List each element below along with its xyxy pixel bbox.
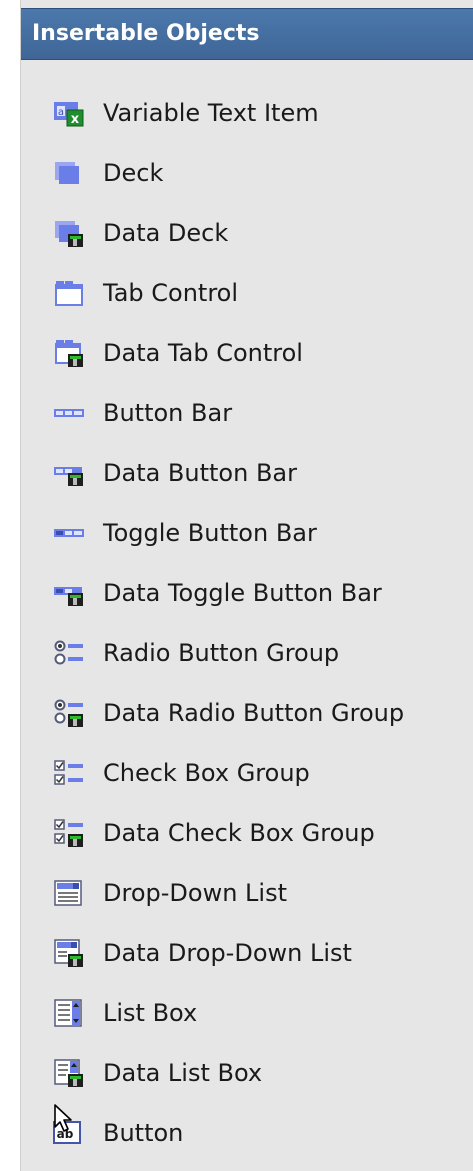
data-button-bar-icon (53, 458, 85, 488)
list-item-data-drop-down-list[interactable]: Data Drop-Down List (21, 923, 473, 983)
svg-text:a: a (58, 107, 64, 118)
item-label: Data Check Box Group (103, 819, 375, 847)
item-label: Data Tab Control (103, 339, 303, 367)
list-item-radio-button-group[interactable]: Radio Button Group (21, 623, 473, 683)
list-item-drop-down-list[interactable]: Drop-Down List (21, 863, 473, 923)
drop-down-list-icon (53, 878, 85, 908)
item-label: Button Bar (103, 399, 233, 427)
item-label: Radio Button Group (103, 639, 340, 667)
item-label: Tab Control (103, 279, 239, 307)
insertable-objects-list: a x Variable Text Item Deck Data Deck Ta… (21, 83, 473, 1163)
deck-icon (53, 158, 85, 188)
list-item-list-box[interactable]: List Box (21, 983, 473, 1043)
data-deck-icon (53, 218, 85, 248)
button-bar-icon (53, 398, 85, 428)
list-item-data-list-box[interactable]: Data List Box (21, 1043, 473, 1103)
list-item-data-check-box-group[interactable]: Data Check Box Group (21, 803, 473, 863)
tab-control-icon (53, 278, 85, 308)
data-list-box-icon (53, 1058, 85, 1088)
item-label: Data Button Bar (103, 459, 297, 487)
list-item-button[interactable]: ab Button (21, 1103, 473, 1163)
button-icon: ab (53, 1118, 85, 1148)
panel-title: Insertable Objects (32, 21, 260, 46)
list-item-button-bar[interactable]: Button Bar (21, 383, 473, 443)
data-check-box-group-icon (53, 818, 85, 848)
item-label: Button (103, 1119, 184, 1147)
data-drop-down-list-icon (53, 938, 85, 968)
list-item-check-box-group[interactable]: Check Box Group (21, 743, 473, 803)
toggle-button-bar-icon (53, 518, 85, 548)
list-item-tab-control[interactable]: Tab Control (21, 263, 473, 323)
list-item-toggle-button-bar[interactable]: Toggle Button Bar (21, 503, 473, 563)
list-item-variable-text-item[interactable]: a x Variable Text Item (21, 83, 473, 143)
data-toggle-button-bar-icon (53, 578, 85, 608)
list-box-icon (53, 998, 85, 1028)
item-label: Variable Text Item (103, 99, 319, 127)
item-label: Data Deck (103, 219, 229, 247)
data-tab-control-icon (53, 338, 85, 368)
panel-header: Insertable Objects (21, 8, 473, 60)
item-label: Toggle Button Bar (103, 519, 317, 547)
data-radio-button-group-icon (53, 698, 85, 728)
variable-text-item-icon: a x (53, 98, 85, 128)
item-label: Data List Box (103, 1059, 263, 1087)
item-label: Data Radio Button Group (103, 699, 405, 727)
item-label: Data Drop-Down List (103, 939, 352, 967)
insertable-objects-panel: Insertable Objects a x Variable Text Ite… (20, 0, 473, 1171)
list-item-data-button-bar[interactable]: Data Button Bar (21, 443, 473, 503)
check-box-group-icon (53, 758, 85, 788)
item-label: Data Toggle Button Bar (103, 579, 382, 607)
list-item-data-radio-button-group[interactable]: Data Radio Button Group (21, 683, 473, 743)
list-item-deck[interactable]: Deck (21, 143, 473, 203)
list-item-data-tab-control[interactable]: Data Tab Control (21, 323, 473, 383)
item-label: Check Box Group (103, 759, 310, 787)
radio-button-group-icon (53, 638, 85, 668)
svg-text:ab: ab (57, 1127, 74, 1141)
item-label: List Box (103, 999, 198, 1027)
list-item-data-deck[interactable]: Data Deck (21, 203, 473, 263)
item-label: Drop-Down List (103, 879, 287, 907)
item-label: Deck (103, 159, 164, 187)
list-item-data-toggle-button-bar[interactable]: Data Toggle Button Bar (21, 563, 473, 623)
svg-text:x: x (71, 112, 80, 127)
